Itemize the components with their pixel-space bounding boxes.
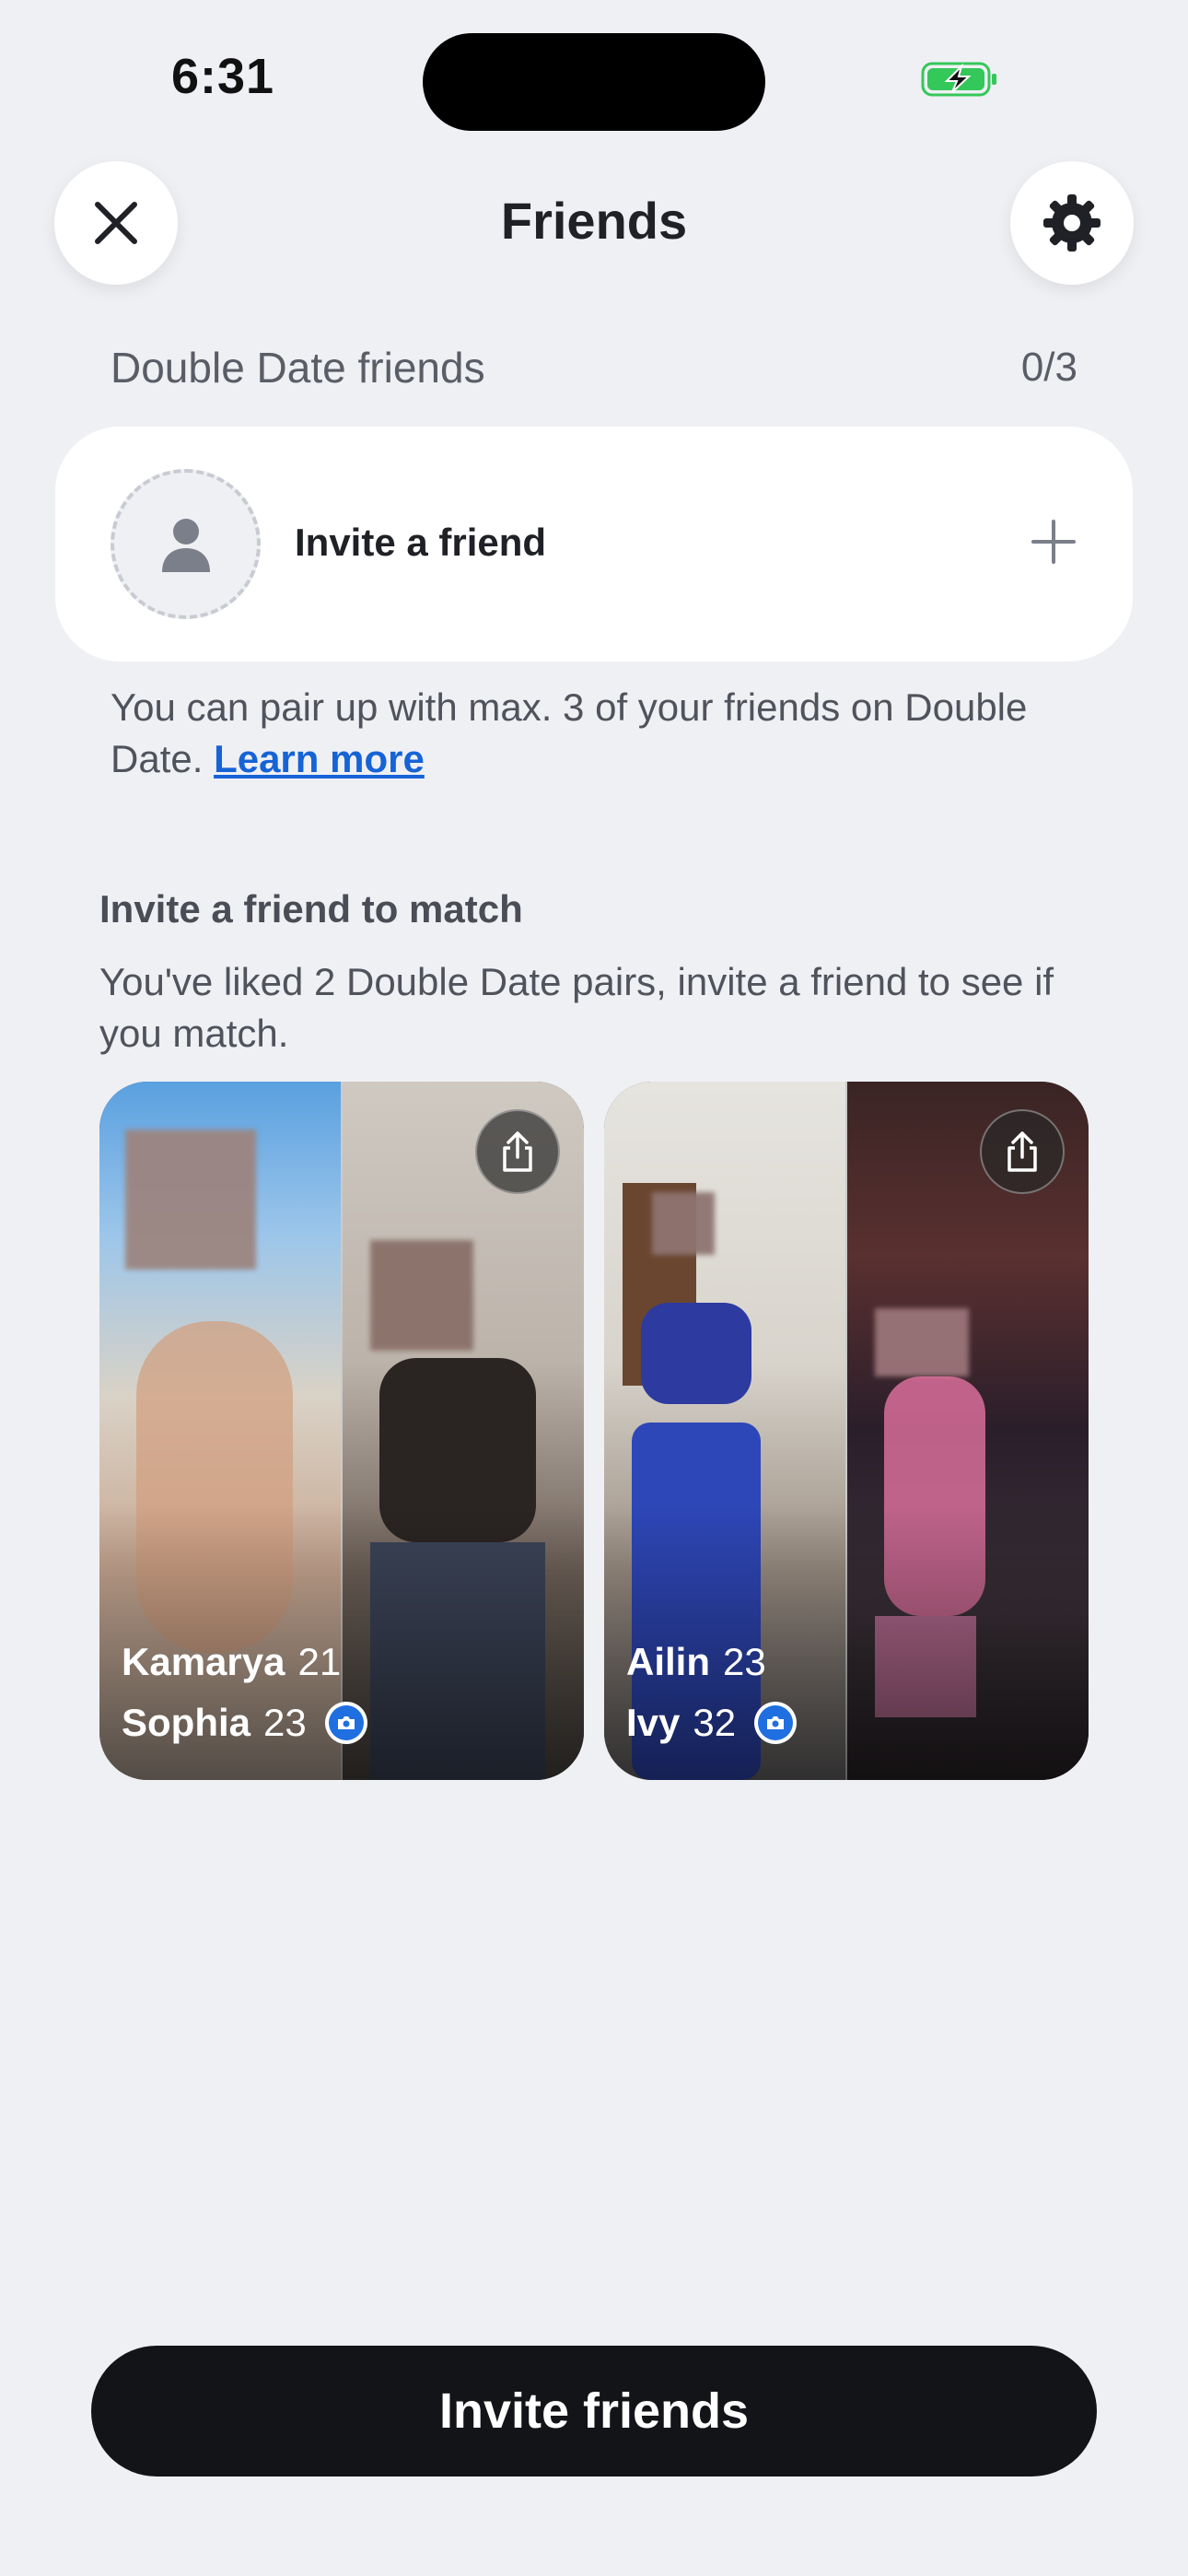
learn-more-link[interactable]: Learn more <box>214 737 425 780</box>
battery-charging-icon <box>921 62 996 97</box>
friends-screen: 6:31 Friends Double Date friends 0/3 Inv… <box>0 0 1188 2576</box>
person-name-line: Ivy 32 <box>626 1701 798 1745</box>
friends-count: 0/3 <box>1020 345 1077 390</box>
photo-verified-badge <box>754 1702 798 1744</box>
double-date-friends-label: Double Date friends <box>111 344 485 392</box>
share-icon <box>503 1131 532 1172</box>
person-age: 32 <box>693 1701 737 1744</box>
blurred-face <box>652 1192 715 1255</box>
person-name-line: Kamarya 21 <box>122 1640 341 1684</box>
person-name-line: Ailin 23 <box>626 1640 766 1684</box>
person-age: 23 <box>723 1640 766 1683</box>
share-icon <box>1007 1131 1037 1172</box>
blurred-face <box>125 1130 256 1270</box>
dynamic-island <box>423 33 765 131</box>
photo-shape <box>641 1303 751 1404</box>
person-name-line: Sophia 23 <box>122 1701 367 1745</box>
blurred-face <box>370 1240 473 1351</box>
pair-card[interactable]: Ailin 23 Ivy 32 <box>604 1082 1089 1780</box>
pair-card[interactable]: Kamarya 21 Sophia 23 <box>99 1082 584 1780</box>
person-name: Ivy <box>626 1701 681 1744</box>
avatar-placeholder <box>111 469 261 619</box>
invite-friend-card[interactable]: Invite a friend <box>55 427 1133 662</box>
invite-friends-button[interactable]: Invite friends <box>91 2346 1097 2476</box>
person-icon <box>161 518 210 572</box>
share-button[interactable] <box>980 1109 1065 1194</box>
pair-info-text: You can pair up with max. 3 of your frie… <box>111 682 1087 785</box>
status-time: 6:31 <box>171 49 275 104</box>
camera-icon <box>337 1716 355 1729</box>
settings-button[interactable] <box>1010 161 1134 285</box>
person-name: Ailin <box>626 1640 710 1683</box>
match-section-title: Invite a friend to match <box>99 887 523 931</box>
share-button[interactable] <box>475 1109 560 1194</box>
person-name: Kamarya <box>122 1640 285 1683</box>
person-age: 21 <box>297 1640 342 1683</box>
photo-verified-badge <box>324 1702 367 1744</box>
camera-icon <box>767 1716 785 1729</box>
gear-icon <box>1043 194 1101 252</box>
blurred-face <box>875 1308 969 1376</box>
plus-icon[interactable] <box>1026 514 1081 569</box>
person-name: Sophia <box>122 1701 251 1744</box>
invite-friend-label: Invite a friend <box>295 521 547 564</box>
match-section-description: You've liked 2 Double Date pairs, invite… <box>99 960 1054 1055</box>
person-age: 23 <box>263 1701 307 1744</box>
